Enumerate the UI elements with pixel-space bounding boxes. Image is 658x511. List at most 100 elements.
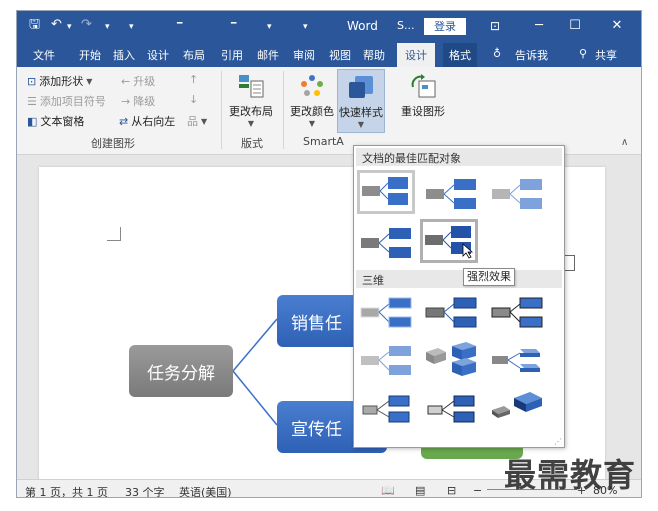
arrow-right-icon: → — [121, 94, 131, 108]
style-thumb-3d-powder[interactable] — [357, 340, 415, 384]
undo-dropdown-icon[interactable]: ▾ — [67, 20, 72, 34]
tab-smartart-design[interactable]: 设计 — [397, 43, 435, 67]
ribbon-tabs: 文件 开始 插入 设计 布局 引用 邮件 审阅 视图 帮助 设计 格式 ♁ 告诉… — [17, 41, 641, 67]
style-thumb-3d-cartoon[interactable] — [488, 292, 546, 336]
tab-home[interactable]: 开始 — [79, 47, 101, 63]
ribbon-body: ⊡ 添加形状 ▼ ☰ 添加项目符号 ◧ 文本窗格 ← 升级 → 降级 ⇄ 从右向… — [17, 67, 641, 155]
group-separator — [221, 71, 222, 149]
tab-view[interactable]: 视图 — [329, 47, 351, 63]
swap-direction-icon: ⇄ — [119, 114, 129, 128]
gallery-section-best-match: 文档的最佳匹配对象 — [356, 148, 562, 166]
style-thumb-simple-fill[interactable] — [357, 170, 415, 214]
tab-tell-me[interactable]: 告诉我 — [515, 47, 548, 63]
title-bar: 🖫 ↶ ▾ ↷ ▾ ▾ ━ ━ ▾ ▾ Word S... 登录 ⊡ ─ ☐ ✕ — [17, 11, 641, 41]
tab-references[interactable]: 引用 — [221, 47, 243, 63]
style-thumb-moderate-effect[interactable] — [357, 222, 415, 266]
org-chart-icon: 品 — [187, 115, 198, 128]
zoom-out-icon[interactable]: − — [473, 484, 482, 497]
tab-layout[interactable]: 布局 — [183, 47, 205, 63]
group-label-create: 创建图形 — [91, 137, 135, 150]
gallery-section-3d: 三维 — [356, 270, 562, 288]
chevron-down-icon: ▼ — [308, 119, 316, 128]
text-pane-label: 文本窗格 — [40, 115, 85, 128]
tab-design[interactable]: 设计 — [147, 47, 169, 63]
right-to-left-label: 从右向左 — [131, 115, 176, 128]
read-mode-icon[interactable]: 📖 — [381, 484, 395, 497]
change-layout-label: 更改布局 — [229, 105, 273, 118]
move-up-button[interactable]: ↑ — [189, 73, 198, 86]
style-thumb-3d-sunset[interactable] — [488, 384, 546, 428]
minimize-icon[interactable]: ─ — [529, 17, 549, 35]
change-colors-button[interactable]: 更改颜色 ▼ — [289, 69, 335, 128]
quick-access-icon[interactable]: ▾ — [129, 20, 134, 34]
group-separator — [283, 71, 284, 149]
style-thumb-3d-inset[interactable] — [422, 292, 480, 336]
move-down-button[interactable]: ↓ — [189, 93, 198, 106]
style-thumb-3d-metallic[interactable] — [422, 388, 480, 432]
reset-graphic-button[interactable]: 重设图形 — [399, 69, 447, 119]
maximize-icon[interactable]: ☐ — [565, 17, 585, 35]
quick-styles-icon — [347, 74, 375, 100]
style-thumb-white-outline[interactable] — [422, 173, 480, 217]
style-thumb-subtle-effect[interactable] — [488, 173, 546, 217]
promote-button[interactable]: ← 升级 — [121, 73, 155, 89]
page-count-status[interactable]: 第 1 页，共 1 页 — [25, 484, 108, 497]
user-icon[interactable]: ⚲ — [579, 47, 587, 60]
tab-format[interactable]: 格式 — [443, 43, 477, 67]
add-shape-button[interactable]: ⊡ 添加形状 ▼ — [27, 73, 92, 89]
web-layout-icon[interactable]: ⊟ — [447, 484, 456, 497]
demote-button[interactable]: → 降级 — [121, 93, 155, 109]
tab-review[interactable]: 审阅 — [293, 47, 315, 63]
smartart-root-node[interactable]: 任务分解 — [129, 345, 233, 397]
print-layout-icon[interactable]: ▤ — [415, 484, 425, 497]
group-label-smartart-styles: SmartA — [303, 135, 344, 148]
search-tab[interactable]: S... — [397, 17, 419, 35]
quick-styles-gallery: 文档的最佳匹配对象 三维 ⋰ — [353, 145, 565, 448]
style-thumb-3d-brick-scene[interactable] — [422, 338, 480, 382]
app-title: Word — [347, 19, 378, 33]
demote-label: 降级 — [133, 95, 156, 108]
style-thumb-3d-polished[interactable] — [357, 292, 415, 336]
add-bullet-button[interactable]: ☰ 添加项目符号 — [27, 93, 106, 109]
customize-toolbar-icon[interactable]: ▾ — [105, 20, 110, 34]
dropdown-icon[interactable]: ▾ — [267, 20, 272, 34]
text-pane-button[interactable]: ◧ 文本窗格 — [27, 113, 84, 129]
tab-help[interactable]: 帮助 — [363, 47, 385, 63]
chevron-down-icon: ▼ — [247, 119, 255, 128]
reset-graphic-icon — [409, 73, 437, 99]
tab-insert[interactable]: 插入 — [113, 47, 135, 63]
tab-file[interactable]: 文件 — [33, 47, 55, 63]
tab-mailings[interactable]: 邮件 — [257, 47, 279, 63]
word-count-status[interactable]: 33 个字 — [125, 484, 165, 497]
close-icon[interactable]: ✕ — [607, 17, 627, 35]
right-to-left-button[interactable]: ⇄ 从右向左 — [119, 113, 175, 129]
watermark-logo: 最需教育 — [504, 456, 637, 494]
arrow-down-icon: ↓ — [189, 93, 199, 106]
resize-grip-icon[interactable]: ⋰ — [554, 437, 562, 446]
collapse-ribbon-icon[interactable]: ∧ — [621, 137, 628, 148]
layout-icon — [237, 73, 265, 99]
separator-icon: ━ — [177, 19, 183, 29]
tab-share[interactable]: 共享 — [595, 47, 617, 63]
change-layout-button[interactable]: 更改布局 ▼ — [227, 69, 275, 128]
separator-icon: ━ — [231, 19, 237, 29]
dropdown-icon[interactable]: ▾ — [303, 20, 308, 34]
arrow-left-icon: ← — [121, 74, 131, 88]
style-thumb-3d-flat-scene[interactable] — [357, 388, 415, 432]
style-thumb-intense-effect[interactable] — [420, 219, 478, 263]
group-label-layouts: 版式 — [241, 137, 263, 150]
save-icon[interactable]: 🖫 — [29, 18, 40, 32]
login-button[interactable]: 登录 — [424, 18, 466, 35]
ribbon-display-icon[interactable]: ⊡ — [485, 17, 505, 35]
lightbulb-icon[interactable]: ♁ — [493, 47, 501, 60]
language-status[interactable]: 英语(美国) — [179, 484, 232, 497]
redo-icon[interactable]: ↷ — [81, 18, 92, 32]
arrow-up-icon: ↑ — [189, 73, 199, 86]
add-shape-label: 添加形状 — [39, 75, 84, 88]
add-bullet-label: 添加项目符号 — [39, 95, 106, 108]
style-thumb-3d-bird-eye[interactable] — [488, 340, 546, 384]
reset-graphic-label: 重设图形 — [401, 105, 445, 118]
layout-org-button[interactable]: 品 ▼ — [187, 113, 207, 129]
quick-styles-button[interactable]: 快速样式 ▼ — [337, 69, 385, 133]
undo-icon[interactable]: ↶ — [51, 18, 62, 32]
